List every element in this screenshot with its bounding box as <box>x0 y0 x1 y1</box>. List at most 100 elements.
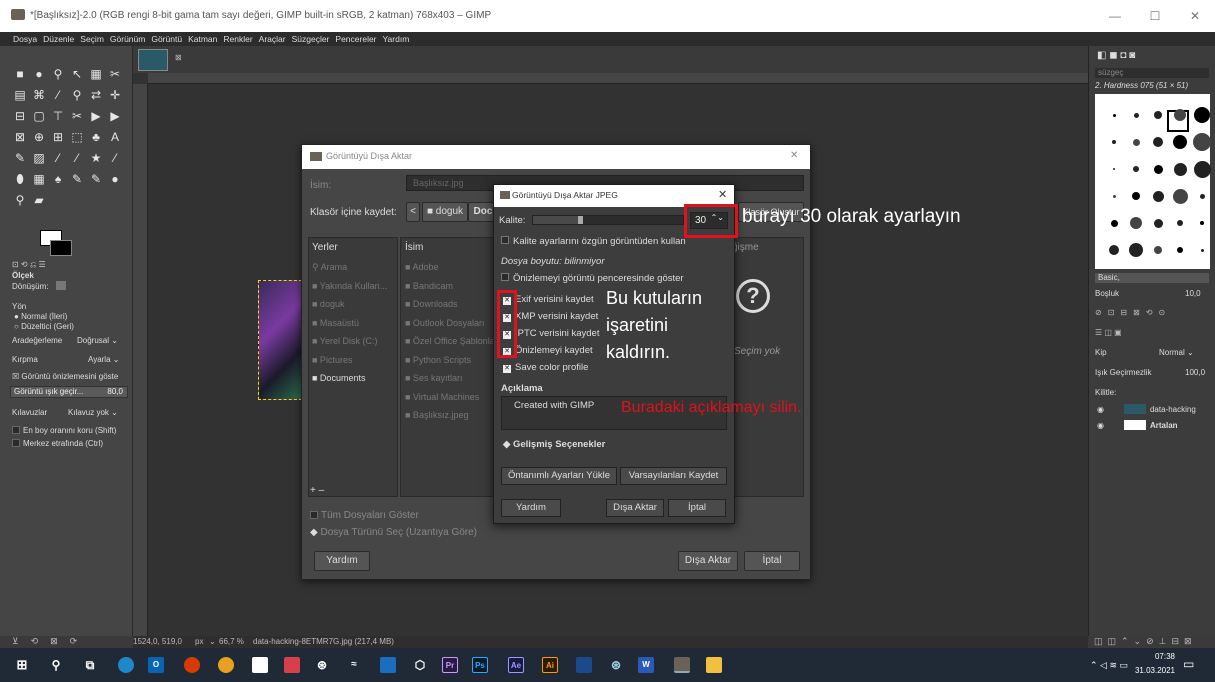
tool-icon[interactable]: ⌘ <box>31 87 47 103</box>
tool-icon[interactable]: ▢ <box>31 108 47 124</box>
brush-swatch[interactable] <box>1112 194 1116 198</box>
interpolation-select[interactable]: Doğrusal ⌄ <box>77 336 118 345</box>
brush-swatch[interactable] <box>1130 217 1142 229</box>
eye-icon[interactable]: ◉ <box>1097 421 1104 430</box>
tool-icon[interactable]: ⊞ <box>50 129 66 145</box>
tool-icon[interactable]: ♣ <box>88 129 104 145</box>
file-item[interactable]: ■ Bandicam <box>405 281 453 291</box>
canvas-image[interactable] <box>258 280 302 400</box>
chrome-icon[interactable] <box>218 657 234 673</box>
clipping-select[interactable]: Ayarla ⌄ <box>88 355 119 364</box>
quality-slider-handle[interactable] <box>578 216 583 224</box>
tool-icon[interactable]: ● <box>107 171 123 187</box>
guides-select[interactable]: Kılavuz yok ⌄ <box>68 408 118 417</box>
minimize-button[interactable]: — <box>1100 6 1130 26</box>
jpeg-export-button[interactable]: Dışa Aktar <box>606 499 664 517</box>
tool-icon[interactable]: ✛ <box>107 87 123 103</box>
menu-item-help[interactable]: Yardım <box>383 32 410 46</box>
tool-icon[interactable]: ● <box>31 66 47 82</box>
tool-icon[interactable]: ✎ <box>69 171 85 187</box>
select-file-type-expander[interactable]: ◆ Dosya Türünü Seç (Uzantıya Göre) <box>310 527 477 538</box>
brush-swatch[interactable] <box>1193 160 1211 178</box>
brush-swatch[interactable] <box>1112 113 1116 117</box>
brush-swatch[interactable] <box>1177 247 1183 253</box>
layers-tab-icons[interactable]: ☰ ◫ ▣ <box>1095 328 1122 337</box>
brush-swatch[interactable] <box>1152 190 1164 202</box>
tool-icon[interactable]: A <box>107 129 123 145</box>
tool-icon[interactable]: ▨ <box>31 150 47 166</box>
file-item[interactable]: ■ Virtual Machines <box>405 392 479 402</box>
menu-item-filters[interactable]: Süzgeçler <box>292 32 330 46</box>
place-item[interactable]: ■ Documents <box>312 373 365 383</box>
tool-icon[interactable]: ⬮ <box>12 171 28 187</box>
document-icon[interactable] <box>252 657 268 673</box>
brush-swatch[interactable] <box>1153 137 1163 147</box>
illustrator-icon[interactable]: Ai <box>542 657 558 673</box>
file-explorer-icon[interactable] <box>706 657 722 673</box>
tool-icon[interactable]: ⚲ <box>69 87 85 103</box>
background-color[interactable] <box>50 240 72 256</box>
brush-swatch[interactable] <box>1193 133 1211 151</box>
brush-swatch[interactable] <box>1132 138 1140 146</box>
menu-item-view[interactable]: Görünüm <box>110 32 145 46</box>
menu-item-windows[interactable]: Pencereler <box>335 32 376 46</box>
jpeg-cancel-button[interactable]: İptal <box>668 499 726 517</box>
menu-item-select[interactable]: Seçim <box>80 32 104 46</box>
add-remove-bookmark[interactable]: + – <box>310 485 324 496</box>
tool-icon[interactable]: ⬚ <box>69 129 85 145</box>
tool-icon[interactable]: ▤ <box>12 87 28 103</box>
brush-swatch[interactable] <box>1200 248 1204 252</box>
brush-swatch[interactable] <box>1133 166 1139 172</box>
dock-bottom-icons[interactable]: ◫◫⌃⌄⊘⊥⊟⊠ <box>1094 636 1197 647</box>
file-item[interactable]: ■ Başlıksız.jpeg <box>405 410 468 420</box>
tool-icon[interactable]: ▰ <box>31 192 47 208</box>
zoom-chevron-icon[interactable]: ⌄ <box>209 637 216 646</box>
place-item[interactable]: ■ Yerel Disk (C:) <box>312 336 377 346</box>
tool-icon[interactable]: ⚲ <box>50 66 66 82</box>
transform-layer-icon[interactable] <box>56 281 66 290</box>
app-icon[interactable] <box>576 657 592 673</box>
menu-item-colors[interactable]: Renkler <box>223 32 252 46</box>
brush-swatch[interactable] <box>1154 246 1162 254</box>
path-back-button[interactable]: < <box>406 202 420 222</box>
3d-viewer-icon[interactable]: ⬡ <box>412 657 428 673</box>
brush-swatch[interactable] <box>1153 164 1163 174</box>
export-button[interactable]: Dışa Aktar <box>678 551 738 571</box>
edge-icon[interactable] <box>118 657 134 673</box>
brush-swatch[interactable] <box>1109 245 1119 255</box>
task-view-icon[interactable]: ⧉ <box>82 657 98 673</box>
maximize-button[interactable]: ☐ <box>1140 6 1170 26</box>
file-item[interactable]: ■ Adobe <box>405 262 438 272</box>
after-effects-icon[interactable]: Ae <box>508 657 524 673</box>
photoshop-icon[interactable]: Ps <box>472 657 488 673</box>
keep-aspect-checkbox[interactable]: En boy oranını koru (Shift) <box>12 426 116 435</box>
file-item[interactable]: ■ Downloads <box>405 299 457 309</box>
tool-icon[interactable]: ⊟ <box>12 108 28 124</box>
network-app-icon[interactable]: ≈ <box>346 657 362 673</box>
image-opacity-slider[interactable]: Görüntü ışık geçir... 80,0 <box>10 386 128 398</box>
gimp-taskbar-icon[interactable] <box>674 657 690 673</box>
place-item[interactable]: ■ Masaüstü <box>312 318 359 328</box>
tool-icon[interactable]: ♠ <box>50 171 66 187</box>
tab-close-icon[interactable]: ⊠ <box>175 53 182 62</box>
place-item[interactable]: ⚲ Arama <box>312 262 347 273</box>
menu-item-layer[interactable]: Katman <box>188 32 217 46</box>
save-defaults-button[interactable]: Varsayılanları Kaydet <box>620 467 727 485</box>
brush-preset-field[interactable]: Basic, <box>1095 273 1209 283</box>
brush-swatch[interactable] <box>1112 140 1116 144</box>
brush-filter-input[interactable]: süzgeç <box>1095 68 1209 78</box>
dock-tab-icons[interactable]: ◧ ◼ ◘ ◙ <box>1097 50 1135 61</box>
menu-item-tools[interactable]: Araçlar <box>259 32 286 46</box>
close-icon[interactable]: ✕ <box>790 150 798 161</box>
eye-icon[interactable]: ◉ <box>1097 405 1104 414</box>
word-icon[interactable]: W <box>638 657 654 673</box>
brush-swatch[interactable] <box>1172 188 1188 204</box>
tool-icon[interactable]: ⚲ <box>12 192 28 208</box>
tool-icon[interactable]: ■ <box>12 66 28 82</box>
brush-swatch[interactable] <box>1174 109 1186 121</box>
direction-normal-radio[interactable]: ● Normal (İleri) <box>14 312 67 321</box>
tool-icon[interactable]: ⊤ <box>50 108 66 124</box>
tool-icon[interactable]: ▦ <box>88 66 104 82</box>
direction-reverse-radio[interactable]: ○ Düzeltici (Geri) <box>14 322 74 331</box>
places-column-header[interactable]: Yerler <box>312 242 338 253</box>
